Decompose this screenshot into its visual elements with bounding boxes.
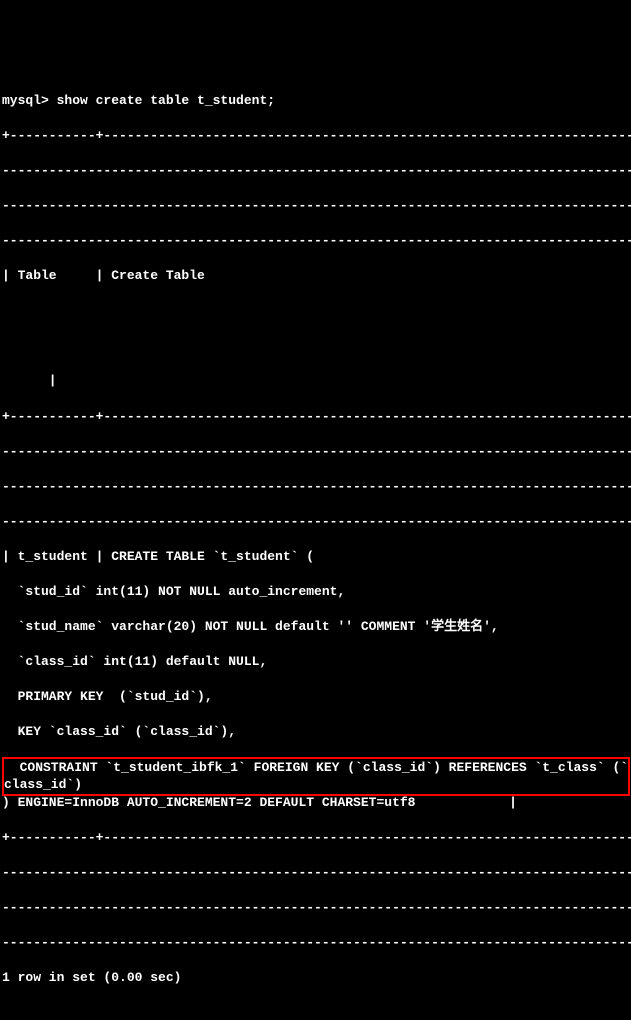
table-row-start: | t_student | CREATE TABLE `t_student` ( — [2, 548, 629, 566]
separator-line: ----------------------------------------… — [2, 162, 629, 180]
separator-line: +-----------+---------------------------… — [2, 127, 629, 145]
column-def: `class_id` int(11) default NULL, — [2, 653, 629, 671]
constraint-line: CONSTRAINT `t_student_ibfk_1` FOREIGN KE… — [4, 759, 628, 777]
separator-line: ----------------------------------------… — [2, 443, 629, 461]
column-def: `stud_name` varchar(20) NOT NULL default… — [2, 618, 629, 636]
separator-line: ----------------------------------------… — [2, 864, 629, 882]
separator-line: ----------------------------------------… — [2, 478, 629, 496]
mysql-terminal: mysql> show create table t_student; +---… — [2, 74, 629, 1004]
constraint-highlight: CONSTRAINT `t_student_ibfk_1` FOREIGN KE… — [2, 757, 630, 796]
separator-line: ----------------------------------------… — [2, 934, 629, 952]
primary-key-def: PRIMARY KEY (`stud_id`), — [2, 688, 629, 706]
separator-line: +-----------+---------------------------… — [2, 829, 629, 847]
separator-line: ----------------------------------------… — [2, 899, 629, 917]
header-line: | Table | Create Table — [2, 267, 629, 285]
separator-line: +-----------+---------------------------… — [2, 408, 629, 426]
result-line: 1 row in set (0.00 sec) — [2, 969, 629, 987]
header-end-line: | — [2, 372, 629, 390]
separator-line: ----------------------------------------… — [2, 513, 629, 531]
separator-line: ----------------------------------------… — [2, 197, 629, 215]
prompt-line: mysql> show create table t_student; — [2, 92, 629, 110]
constraint-continuation: class_id`) — [4, 776, 628, 794]
separator-line: ----------------------------------------… — [2, 232, 629, 250]
key-def: KEY `class_id` (`class_id`), — [2, 723, 629, 741]
engine-line: ) ENGINE=InnoDB AUTO_INCREMENT=2 DEFAULT… — [2, 794, 629, 812]
blank-line — [2, 337, 629, 355]
blank-line — [2, 302, 629, 320]
column-def: `stud_id` int(11) NOT NULL auto_incremen… — [2, 583, 629, 601]
